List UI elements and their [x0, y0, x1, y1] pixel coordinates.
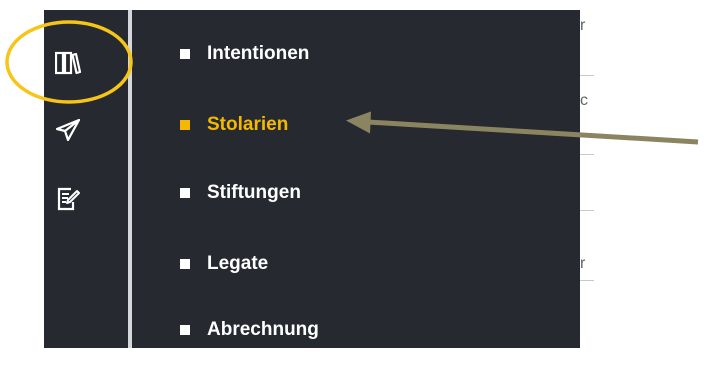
highlight-circle [5, 20, 133, 104]
annotation-overlay [5, 20, 699, 145]
pointer-arrow [346, 111, 699, 145]
